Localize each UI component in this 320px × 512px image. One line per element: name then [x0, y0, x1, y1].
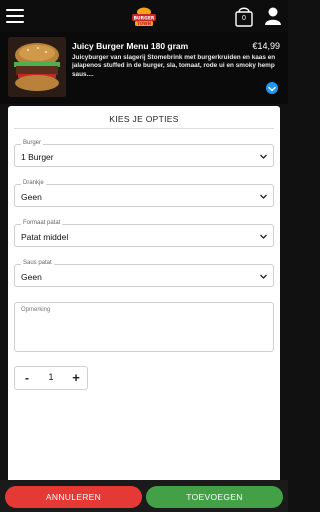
- action-bar: ANNULEREN TOEVOEGEN: [0, 480, 288, 512]
- increment-button[interactable]: +: [69, 370, 83, 386]
- brand-logo[interactable]: BURGER TOWN: [129, 6, 159, 28]
- fries-sauce-select-value: Geen: [21, 272, 42, 282]
- divider: [14, 128, 274, 129]
- chevron-down-icon: [260, 234, 267, 239]
- drink-select[interactable]: Drankje Geen: [14, 180, 274, 207]
- burger-select-value: 1 Burger: [21, 152, 54, 162]
- expand-description-button[interactable]: [266, 82, 278, 94]
- add-to-cart-button[interactable]: TOEVOEGEN: [146, 486, 283, 508]
- chevron-down-icon: [260, 194, 267, 199]
- chevron-down-icon: [268, 86, 276, 92]
- top-app-bar: BURGER TOWN 0: [0, 0, 288, 32]
- product-image: [8, 37, 66, 97]
- fries-size-select[interactable]: Formaat patat Patat middel: [14, 220, 274, 247]
- drink-select-label: Drankje: [21, 180, 46, 186]
- chevron-down-icon: [260, 154, 267, 159]
- quantity-value: 1: [48, 372, 54, 382]
- fries-size-select-value: Patat middel: [21, 232, 69, 242]
- cart-count: 0: [242, 15, 246, 22]
- quantity-stepper: - 1 +: [14, 366, 88, 390]
- product-description: Juicyburger van slagerij Stomebrink met …: [72, 54, 276, 78]
- product-card: Juicy Burger Menu 180 gram €14,99 Juicyb…: [0, 32, 288, 104]
- product-price: €14,99: [252, 41, 280, 51]
- user-icon: [265, 7, 281, 25]
- drink-select-value: Geen: [21, 192, 42, 202]
- fries-size-select-label: Formaat patat: [21, 220, 63, 226]
- fries-sauce-select-label: Saus patat: [21, 260, 54, 266]
- chevron-down-icon: [260, 274, 267, 279]
- cancel-button[interactable]: ANNULEREN: [5, 486, 142, 508]
- options-dialog: KIES JE OPTIES Burger 1 Burger Drankje G…: [8, 106, 280, 486]
- decrement-button[interactable]: -: [21, 370, 33, 386]
- cart-button[interactable]: 0: [234, 5, 254, 27]
- menu-icon[interactable]: [6, 9, 24, 23]
- svg-text:TOWN: TOWN: [137, 21, 151, 26]
- remark-label: Opmerking: [21, 307, 51, 313]
- burger-select-label: Burger: [21, 140, 44, 146]
- product-title: Juicy Burger Menu 180 gram: [72, 41, 189, 51]
- burger-select[interactable]: Burger 1 Burger: [14, 140, 274, 167]
- fries-sauce-select[interactable]: Saus patat Geen: [14, 260, 274, 287]
- remark-textarea[interactable]: Opmerking: [14, 302, 274, 352]
- dialog-title: KIES JE OPTIES: [109, 114, 179, 124]
- account-button[interactable]: [264, 6, 282, 26]
